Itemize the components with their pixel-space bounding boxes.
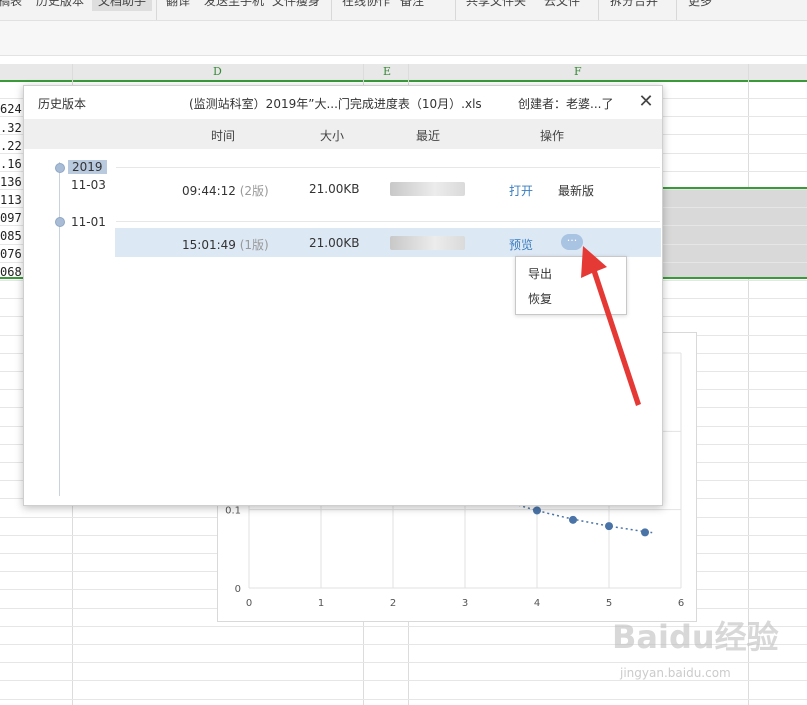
y-tick-label: 0.1 <box>225 506 241 517</box>
x-tick-label: 6 <box>678 598 684 609</box>
toolbar-separator <box>331 0 332 20</box>
cell-value[interactable]: 068 <box>0 265 22 279</box>
cell-value[interactable]: .22 <box>0 139 22 153</box>
history-version-dialog: 历史版本 (监测站科室）2019年”大...门完成进度表（10月）.xls 创建… <box>23 85 663 506</box>
version-time: 15:01:49 (1版) <box>182 238 269 252</box>
toolbar-item-more[interactable]: 更多 <box>688 0 712 9</box>
dialog-title: 历史版本 <box>38 97 87 111</box>
column-header-bar: D E F <box>0 64 807 82</box>
grid-line <box>0 699 807 700</box>
timeline-year: 2019 <box>68 160 107 174</box>
formula-bar-area <box>0 21 807 56</box>
timeline-dot-icon <box>55 163 65 173</box>
toolbar-item-send-phone[interactable]: 发送至手机 <box>204 0 264 9</box>
timeline-date: 11-01 <box>71 215 106 229</box>
data-point <box>533 506 541 515</box>
version-size: 21.00KB <box>309 236 360 250</box>
cell-value[interactable]: 097 <box>0 211 22 225</box>
row-divider <box>116 221 660 222</box>
cell-value[interactable]: 085 <box>0 229 22 243</box>
row-divider <box>116 167 660 168</box>
x-tick-label: 3 <box>462 598 468 609</box>
toolbar-item-split[interactable]: 拆分合并 <box>610 0 658 9</box>
x-tick-label: 2 <box>390 598 396 609</box>
open-link[interactable]: 打开 <box>509 182 533 199</box>
version-time: 09:44:12 (2版) <box>182 184 269 198</box>
toolbar-item-translate[interactable]: 翻译 <box>166 0 190 9</box>
x-tick-label: 0 <box>246 598 252 609</box>
watermark-logo: Baidu经验 <box>612 618 779 656</box>
baidu-watermark: Baidu经验 jingyan.baidu.com <box>612 612 802 692</box>
toolbar-separator <box>598 0 599 20</box>
cell-value[interactable]: 136 <box>0 175 22 189</box>
toolbar-item-slim[interactable]: 文件瘦身 <box>272 0 320 9</box>
preview-link[interactable]: 预览 <box>509 236 533 253</box>
latest-version-label: 最新版 <box>558 184 595 198</box>
header-size: 大小 <box>320 129 345 143</box>
column-header-f[interactable]: F <box>574 65 582 78</box>
x-tick-label: 5 <box>606 598 612 609</box>
toolbar-separator <box>455 0 456 20</box>
toolbar-item-notes[interactable]: 备注 <box>400 0 424 9</box>
cell-value[interactable]: 076 <box>0 247 22 261</box>
toolbar-item-collab[interactable]: 在线协作 <box>342 0 390 9</box>
y-tick-label: 0 <box>235 584 241 595</box>
close-icon[interactable]: ✕ <box>636 92 656 112</box>
blurred-user-avatar <box>390 236 465 250</box>
x-tick-label: 1 <box>318 598 324 609</box>
column-header-d[interactable]: D <box>213 65 222 78</box>
menu-item-restore[interactable]: 恢复 <box>528 290 552 307</box>
cell-value[interactable]: 113 <box>0 193 22 207</box>
more-options-menu: 导出 恢复 <box>515 256 627 315</box>
data-point <box>569 515 577 524</box>
toolbar-item-doc-helper[interactable]: 文档助手 <box>92 0 153 11</box>
watermark-url: jingyan.baidu.com <box>620 666 731 680</box>
timeline-line <box>59 162 60 496</box>
toolbar-item-cloud[interactable]: 云文件 <box>544 0 580 9</box>
dialog-filename: (监测站科室）2019年”大...门完成进度表（10月）.xls <box>189 97 482 111</box>
toolbar-separator <box>676 0 677 20</box>
header-recent: 最近 <box>416 129 441 143</box>
toolbar-item-share[interactable]: 共享文件夹 <box>466 0 526 9</box>
toolbar-item-history[interactable]: 历史版本 <box>36 0 84 9</box>
x-tick-label: 4 <box>534 598 540 609</box>
ribbon-toolbar: 稿表 历史版本 文档助手 翻译 发送至手机 文件瘦身 在线协作 备注 共享文件夹… <box>0 0 807 21</box>
blurred-user-avatar <box>390 182 465 196</box>
toolbar-item-0[interactable]: 稿表 <box>0 0 22 9</box>
more-options-icon[interactable]: ··· <box>561 234 583 250</box>
cell-value[interactable]: 624 <box>0 102 22 116</box>
timeline-date: 11-03 <box>71 178 106 192</box>
header-time: 时间 <box>211 129 236 143</box>
column-header-e[interactable]: E <box>383 65 391 78</box>
data-point <box>641 528 649 537</box>
cell-value[interactable]: .32 <box>0 121 22 135</box>
data-point <box>605 522 613 531</box>
menu-item-export[interactable]: 导出 <box>528 265 552 282</box>
header-actions: 操作 <box>540 129 565 143</box>
version-size: 21.00KB <box>309 182 360 196</box>
cell-value[interactable]: .16 <box>0 157 22 171</box>
table-header: 时间 大小 最近 操作 <box>24 119 662 149</box>
dialog-creator: 创建者：老婆...了 <box>518 97 614 111</box>
toolbar-separator <box>156 0 157 20</box>
timeline-dot-icon <box>55 217 65 227</box>
